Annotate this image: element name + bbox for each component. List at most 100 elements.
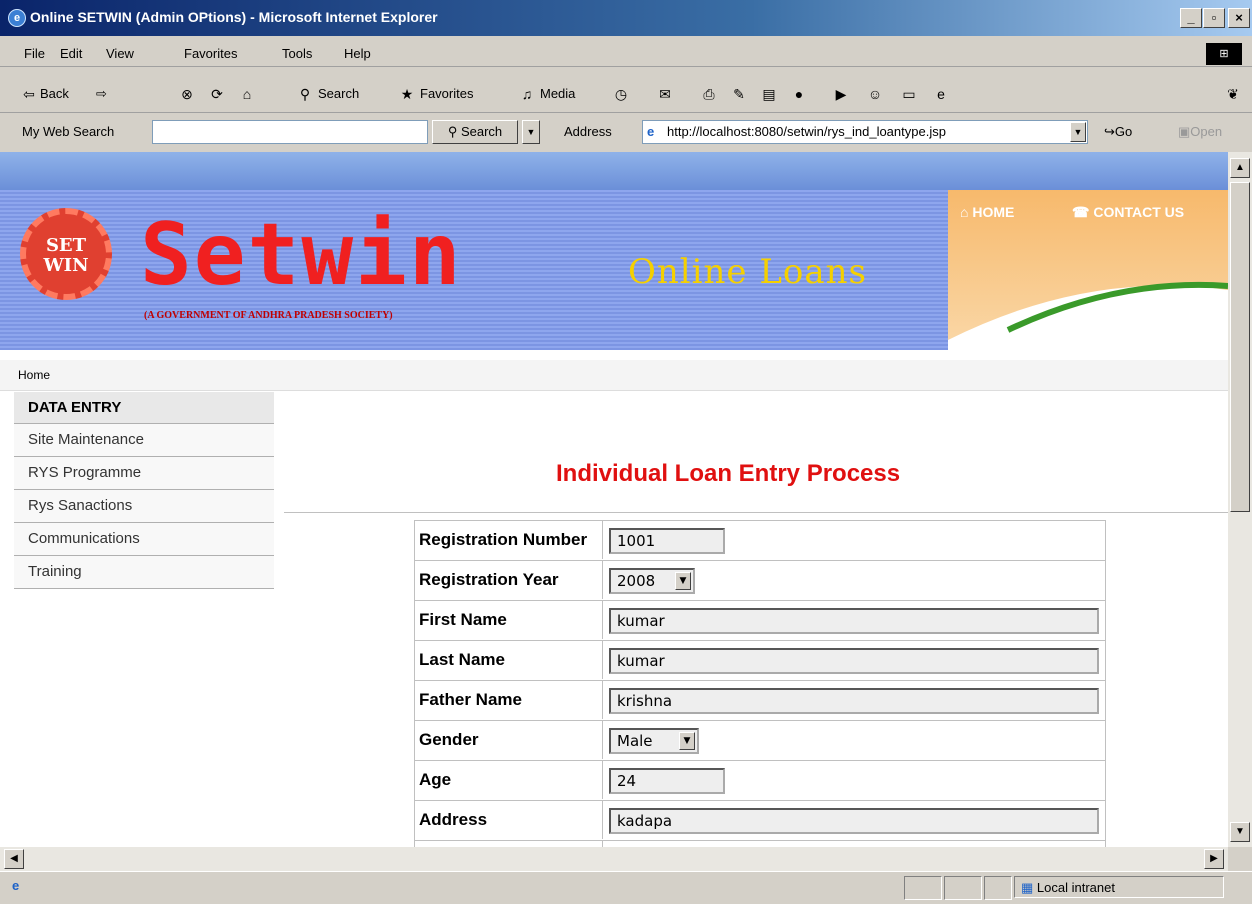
history-icon[interactable]: ◷ bbox=[612, 85, 630, 103]
print-icon[interactable]: ⎙ bbox=[700, 85, 718, 103]
logo-tagline: (A GOVERNMENT OF ANDHRA PRADESH SOCIETY) bbox=[144, 310, 393, 321]
address-label: Address bbox=[415, 801, 603, 839]
menu-tools[interactable]: Tools bbox=[282, 46, 312, 61]
sidebar: DATA ENTRY Site Maintenance RYS Programm… bbox=[14, 392, 274, 589]
scroll-down-button[interactable]: ▼ bbox=[1230, 822, 1250, 842]
registration-number-label: Registration Number bbox=[415, 521, 603, 559]
form-row: Address kadapa bbox=[415, 801, 1105, 841]
sidebar-item-communications[interactable]: Communications bbox=[14, 523, 274, 556]
age-label: Age bbox=[415, 761, 603, 799]
sidebar-heading: DATA ENTRY bbox=[14, 392, 274, 424]
refresh-icon[interactable]: ⟳ bbox=[208, 85, 226, 103]
sidebar-item-training[interactable]: Training bbox=[14, 556, 274, 589]
search-toolbar-button[interactable]: Search bbox=[318, 86, 359, 101]
vertical-scrollbar[interactable]: ▲ ▼ bbox=[1228, 152, 1252, 847]
father-name-field[interactable]: krishna bbox=[609, 688, 1099, 714]
page-status-icon: e bbox=[12, 878, 20, 893]
registration-number-field[interactable]: 1001 bbox=[609, 528, 725, 554]
gender-select[interactable]: Male ▼ bbox=[609, 728, 699, 754]
open-button[interactable]: ▣Open bbox=[1178, 124, 1222, 140]
menu-view[interactable]: View bbox=[106, 46, 134, 61]
monitor-icon[interactable]: ▭ bbox=[900, 85, 918, 103]
back-button[interactable]: Back bbox=[40, 86, 69, 101]
form-title: Individual Loan Entry Process bbox=[556, 460, 901, 487]
scroll-up-button[interactable]: ▲ bbox=[1230, 158, 1250, 178]
media-button[interactable]: Media bbox=[540, 86, 575, 101]
age-field[interactable]: 24 bbox=[609, 768, 725, 794]
address-page-icon: e bbox=[647, 124, 655, 139]
horizontal-scrollbar[interactable]: ◀ ▶ bbox=[0, 847, 1228, 871]
form-row: Father Name krishna bbox=[415, 681, 1105, 721]
breadcrumb: Home bbox=[0, 360, 1228, 391]
scroll-thumb[interactable] bbox=[1230, 182, 1250, 512]
ie-page-icon[interactable]: e bbox=[932, 85, 950, 103]
messenger-icon[interactable]: ● bbox=[790, 85, 808, 103]
scroll-left-button[interactable]: ◀ bbox=[4, 849, 24, 869]
nav-contact-label: CONTACT US bbox=[1093, 204, 1185, 220]
mail-icon[interactable]: ✉ bbox=[656, 85, 674, 103]
smiley-icon[interactable]: ☺ bbox=[866, 85, 884, 103]
form-row: Registration Number 1001 bbox=[415, 521, 1105, 561]
zone-panel: ▦ Local intranet bbox=[1014, 876, 1224, 898]
web-search-input[interactable] bbox=[152, 120, 428, 144]
nav-home-label: HOME bbox=[972, 204, 1015, 220]
form-row: First Name kumar bbox=[415, 601, 1105, 641]
nav-home-link[interactable]: ⌂ HOME bbox=[960, 204, 1014, 220]
gender-label: Gender bbox=[415, 721, 603, 759]
address-toolbar: My Web Search ⚲ Search ▼ Address e http:… bbox=[0, 114, 1252, 150]
last-name-field[interactable]: kumar bbox=[609, 648, 1099, 674]
form-row: Last Name kumar bbox=[415, 641, 1105, 681]
edit-icon[interactable]: ✎ bbox=[730, 85, 748, 103]
page-viewport: SET WIN Setwin (A GOVERNMENT OF ANDHRA P… bbox=[0, 152, 1228, 847]
stop-icon[interactable]: ⊗ bbox=[178, 85, 196, 103]
go-button[interactable]: ↪Go bbox=[1104, 124, 1132, 140]
scroll-right-button[interactable]: ▶ bbox=[1204, 849, 1224, 869]
home-icon[interactable]: ⌂ bbox=[238, 85, 256, 103]
cursor-icon[interactable]: ▶ bbox=[832, 85, 850, 103]
registration-year-value: 2008 bbox=[617, 572, 656, 590]
web-search-button[interactable]: ⚲ Search bbox=[432, 120, 518, 144]
status-panel bbox=[904, 876, 942, 900]
favorites-icon: ★ bbox=[400, 86, 414, 102]
gender-value: Male bbox=[617, 732, 653, 750]
web-search-label: My Web Search bbox=[22, 124, 115, 139]
close-button[interactable]: × bbox=[1228, 8, 1250, 28]
back-arrow-icon: ⇦ bbox=[23, 86, 35, 102]
nav-contact-link[interactable]: ☎ CONTACT US bbox=[1072, 204, 1184, 221]
window-title: Online SETWIN (Admin OPtions) - Microsof… bbox=[30, 9, 438, 25]
forward-button[interactable]: ⇨ bbox=[96, 86, 107, 102]
address-field[interactable]: kadapa bbox=[609, 808, 1099, 834]
toolbar: ⇦ Back ⇨ ⊗ ⟳ ⌂ ⚲ Search ★ Favorites ♫ Me… bbox=[0, 78, 1252, 113]
windows-logo-icon: ⊞ bbox=[1206, 43, 1242, 65]
window-title-bar: e Online SETWIN (Admin OPtions) - Micros… bbox=[0, 0, 1252, 36]
sidebar-item-rys-programme[interactable]: RYS Programme bbox=[14, 457, 274, 490]
web-search-button-label: Search bbox=[460, 124, 503, 139]
discuss-icon[interactable]: ▤ bbox=[760, 85, 778, 103]
father-name-label: Father Name bbox=[415, 681, 603, 719]
loan-entry-form: Registration Number 1001 Registration Ye… bbox=[414, 520, 1106, 847]
search-dropdown-button[interactable]: ▼ bbox=[522, 120, 540, 144]
registration-year-label: Registration Year bbox=[415, 561, 603, 599]
registration-year-select[interactable]: 2008 ▼ bbox=[609, 568, 695, 594]
menu-help[interactable]: Help bbox=[344, 46, 371, 61]
minimize-button[interactable]: _ bbox=[1180, 8, 1202, 28]
breadcrumb-home[interactable]: Home bbox=[18, 368, 50, 382]
menu-edit[interactable]: Edit bbox=[60, 46, 82, 61]
sidebar-item-rys-sanactions[interactable]: Rys Sanactions bbox=[14, 490, 274, 523]
media-icon: ♫ bbox=[521, 86, 533, 102]
chevron-down-icon: ▼ bbox=[675, 572, 691, 590]
ie-icon: e bbox=[8, 9, 26, 27]
menu-file[interactable]: File bbox=[24, 46, 45, 61]
extension-icon[interactable]: ❦ bbox=[1224, 85, 1242, 103]
address-dropdown-button[interactable]: ▼ bbox=[1070, 122, 1086, 142]
address-input[interactable]: e http://localhost:8080/setwin/rys_ind_l… bbox=[642, 120, 1088, 144]
favorites-button[interactable]: Favorites bbox=[420, 86, 473, 101]
search-icon: ⚲ bbox=[299, 86, 311, 102]
sidebar-item-site-maintenance[interactable]: Site Maintenance bbox=[14, 424, 274, 457]
address-label: Address bbox=[564, 124, 612, 139]
restore-button[interactable]: ▫ bbox=[1203, 8, 1225, 28]
status-bar: e ▦ Local intranet bbox=[0, 871, 1252, 904]
menu-favorites[interactable]: Favorites bbox=[184, 46, 237, 61]
menu-bar: File Edit View Favorites Tools Help ⊞ bbox=[0, 40, 1252, 67]
first-name-field[interactable]: kumar bbox=[609, 608, 1099, 634]
